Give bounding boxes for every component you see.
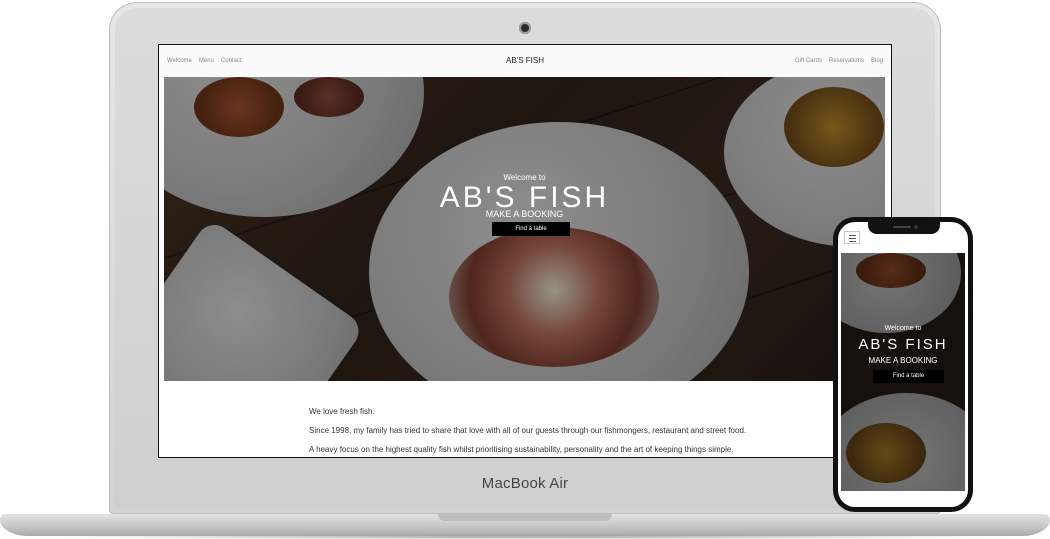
mobile-hero-welcome-text: Welcome to — [884, 325, 922, 332]
hamburger-menu-icon[interactable] — [844, 231, 860, 244]
laptop-screen: Welcome Menu Contact AB'S FISH Gift Card… — [158, 44, 892, 458]
intro-paragraph: A heavy focus on the highest quality fis… — [309, 445, 734, 454]
nav-welcome-link[interactable]: Welcome — [167, 58, 192, 64]
hero-subtitle: MAKE A BOOKING — [485, 209, 564, 219]
phone-speaker — [893, 226, 911, 228]
find-a-table-button[interactable]: Find a table — [492, 222, 570, 236]
laptop-shadow — [30, 535, 1020, 539]
laptop-notch — [438, 514, 612, 521]
mobile-find-a-table-button[interactable]: Find a table — [873, 370, 944, 383]
mobile-hero-title: AB'S FISH — [858, 336, 948, 353]
camera-icon — [519, 22, 531, 34]
phone-camera-icon — [914, 225, 918, 229]
nav-reservations-link[interactable]: Reservations — [829, 58, 864, 64]
phone-notch — [868, 222, 940, 234]
nav-blog-link[interactable]: Blog — [871, 58, 883, 64]
nav-contact-link[interactable]: Contact — [221, 58, 242, 64]
mobile-hero-subtitle: MAKE A BOOKING — [868, 356, 938, 365]
top-navigation: Welcome Menu Contact AB'S FISH Gift Card… — [159, 45, 891, 77]
phone-side-button — [970, 292, 973, 316]
intro-content: We love fresh fish. Since 1998, my famil… — [309, 407, 789, 457]
nav-right: Gift Cards Reservations Blog — [795, 58, 883, 64]
intro-paragraph: Since 1998, my family has tried to share… — [309, 426, 747, 435]
mobile-hero-banner: Welcome to AB'S FISH MAKE A BOOKING Find… — [841, 253, 965, 491]
hero-banner: Welcome to AB'S FISH MAKE A BOOKING Find… — [164, 77, 885, 381]
site-title[interactable]: AB'S FISH — [159, 56, 891, 65]
nav-gift-cards-link[interactable]: Gift Cards — [795, 58, 822, 64]
nav-menu-link[interactable]: Menu — [199, 58, 214, 64]
nav-left: Welcome Menu Contact — [167, 58, 242, 64]
intro-paragraph: We love fresh fish. — [309, 407, 375, 416]
